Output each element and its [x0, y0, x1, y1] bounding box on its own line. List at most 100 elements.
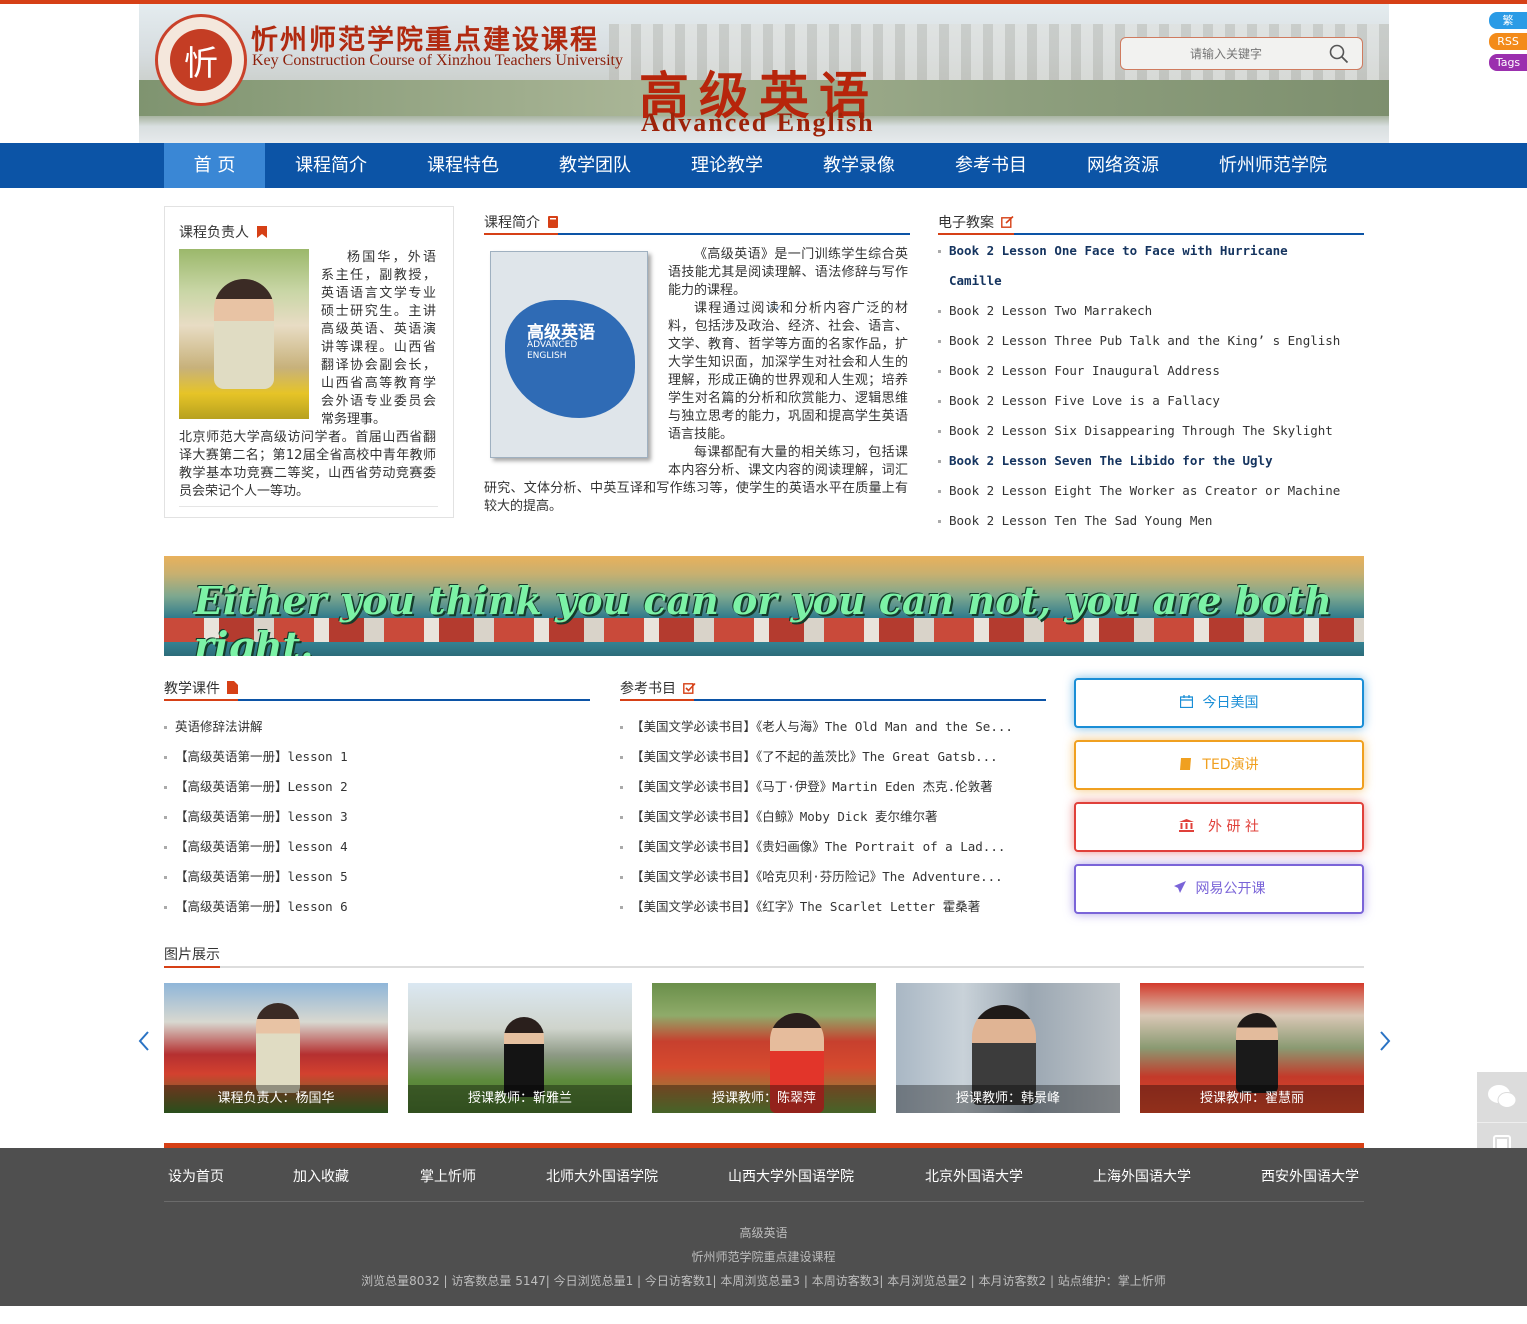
gallery-photo[interactable]: 课程负责人：杨国华	[164, 983, 388, 1113]
reference-label: 【美国文学必读书目】《红字》The Scarlet Letter 霍桑著	[631, 899, 981, 914]
usa-today-label: 今日美国	[1202, 695, 1259, 711]
lesson-plan-item[interactable]: Book 2 Lesson Four Inaugural Address	[938, 356, 1220, 386]
reference-item[interactable]: 【美国文学必读书目】《白鲸》Moby Dick 麦尔维尔著	[620, 802, 938, 832]
courseware-item[interactable]: 【高级英语第一册】lesson 6	[164, 892, 348, 922]
ted-talk-button[interactable]: TED演讲	[1074, 740, 1364, 790]
search-icon[interactable]	[1329, 44, 1349, 64]
courseware-item[interactable]: 【高级英语第一册】lesson 3	[164, 802, 348, 832]
edit-icon	[1001, 215, 1014, 228]
bullet	[938, 430, 941, 433]
calendar-icon	[1179, 695, 1193, 709]
lesson-plan-label: Book 2 Lesson Ten The Sad Young Men	[949, 513, 1213, 528]
reference-label: 【美国文学必读书目】《白鲸》Moby Dick 麦尔维尔著	[631, 809, 938, 824]
intro-para-1: 《高级英语》是一门训练学生综合英语技能尤其是阅读理解、语法修辞与写作能力的课程。	[668, 247, 908, 298]
nav-course-intro[interactable]: 课程简介	[280, 143, 382, 188]
courseware-item[interactable]: 【高级英语第一册】lesson 5	[164, 862, 348, 892]
reference-item[interactable]: 【美国文学必读书目】《哈克贝利·芬历险记》The Adventure...	[620, 862, 1003, 892]
reference-item[interactable]: 【美国文学必读书目】《了不起的盖茨比》The Great Gatsb...	[620, 742, 998, 772]
reference-item[interactable]: 【美国文学必读书目】《马丁·伊登》Martin Eden 杰克.伦敦著	[620, 772, 993, 802]
lesson-plan-item[interactable]: Book 2 Lesson Seven The Libido for the U…	[938, 446, 1273, 476]
leader-bio-wrap: 杨国华，外语系主任，副教授，英语语言文学专业硕士研究生。主讲高级英语、英语演讲等…	[321, 250, 436, 427]
bookmark-icon	[257, 226, 268, 238]
lesson-plan-label: Book 2 Lesson One Face to Face with Hurr…	[949, 243, 1288, 258]
footer-link-bnu[interactable]: 北师大外国语学院	[546, 1166, 658, 1186]
intro-para-3a: 每课都配有大量的相关练习，包括课本内容分析、课文内容的阅读理解，词汇研究、文体分…	[484, 444, 908, 516]
lesson-plan-item[interactable]: Book 2 Lesson Three Pub Talk and the Kin…	[938, 326, 1340, 356]
gallery-photo[interactable]: 授课教师：陈翠萍	[652, 983, 876, 1113]
file-icon	[227, 681, 239, 694]
leader-photo[interactable]	[179, 249, 309, 419]
gallery-prev-arrow-icon[interactable]	[137, 1030, 151, 1052]
footer-link-sxu[interactable]: 山西大学外国语学院	[728, 1166, 854, 1186]
leader-bio-full: 北京师范大学高级访问学者。首届山西省翻译大赛第二名；第12届全省高校中青年教师教…	[179, 430, 436, 499]
reference-item[interactable]: 【美国文学必读书目】《老人与海》The Old Man and the Se..…	[620, 712, 1013, 742]
courseware-label: 【高级英语第一册】lesson 5	[175, 869, 348, 884]
leader-title: 课程负责人	[179, 222, 268, 248]
reference-item[interactable]: 【美国文学必读书目】《贵妇画像》The Portrait of a Lad...	[620, 832, 1005, 862]
nav-video[interactable]: 教学录像	[808, 143, 910, 188]
reference-label: 【美国文学必读书目】《了不起的盖茨比》The Great Gatsb...	[631, 749, 998, 764]
traditional-chinese-badge[interactable]: 繁	[1489, 12, 1527, 29]
search-input[interactable]	[1131, 43, 1321, 65]
nav-theory-teaching[interactable]: 理论教学	[676, 143, 778, 188]
bullet	[938, 520, 941, 523]
bullet	[938, 250, 941, 253]
courseware-item[interactable]: 【高级英语第一册】lesson 4	[164, 832, 348, 862]
reference-label: 【美国文学必读书目】《贵妇画像》The Portrait of a Lad...	[631, 839, 1006, 854]
reference-item[interactable]: 【美国文学必读书目】《红字》The Scarlet Letter 霍桑著	[620, 892, 980, 922]
site-header: 忻 忻州师范学院重点建设课程 Key Construction Course o…	[139, 4, 1389, 143]
nav-course-features[interactable]: 课程特色	[412, 143, 514, 188]
netease-open-course-button[interactable]: 网易公开课	[1074, 864, 1364, 914]
institution-icon	[1179, 819, 1195, 832]
footer-link-xisu[interactable]: 西安外国语大学	[1261, 1166, 1359, 1186]
university-logo[interactable]: 忻	[155, 14, 247, 106]
lesson-plan-item[interactable]: Book 2 Lesson Ten The Sad Young Men	[938, 506, 1212, 536]
footer-link-bookmark[interactable]: 加入收藏	[293, 1166, 349, 1186]
gallery-photo[interactable]: 授课教师：翟慧丽	[1140, 983, 1364, 1113]
courseware-item[interactable]: 【高级英语第一册】Lesson 2	[164, 772, 348, 802]
nav-home[interactable]: 首 页	[164, 143, 265, 188]
lesson-plan-item[interactable]: Book 2 Lesson One Face to Face with Hurr…	[938, 236, 1288, 266]
lesson-plan-item[interactable]: Book 2 Lesson Five Love is a Fallacy	[938, 386, 1220, 416]
bullet	[164, 786, 167, 789]
fltrp-button[interactable]: 外 研 社	[1074, 802, 1364, 852]
nav-references[interactable]: 参考书目	[940, 143, 1042, 188]
lesson-plan-item[interactable]: Book 2 Lesson Six Disappearing Through T…	[938, 416, 1333, 446]
wechat-float-button[interactable]	[1477, 1072, 1527, 1122]
tags-badge[interactable]: Tags	[1489, 54, 1527, 71]
courseware-item[interactable]: 【高级英语第一册】lesson 1	[164, 742, 348, 772]
bullet	[620, 906, 623, 909]
reference-label: 【美国文学必读书目】《马丁·伊登》Martin Eden 杰克.伦敦著	[631, 779, 993, 794]
leader-figure	[214, 279, 274, 389]
leader-divider	[179, 506, 438, 507]
gallery-next-arrow-icon[interactable]	[1378, 1030, 1392, 1052]
lesson-plan-item-wrap[interactable]: Camille	[949, 266, 1002, 296]
gallery-photo[interactable]: 授课教师：靳雅兰	[408, 983, 632, 1113]
nav-university[interactable]: 忻州师范学院	[1204, 143, 1342, 188]
lesson-plan-item[interactable]: Book 2 Lesson Eight The Worker as Creato…	[938, 476, 1340, 506]
usa-today-button[interactable]: 今日美国	[1074, 678, 1364, 728]
nav-web-resources[interactable]: 网络资源	[1072, 143, 1174, 188]
motto-banner[interactable]: Either you think you can or you can not,…	[164, 556, 1364, 656]
site-title-en: Key Construction Course of Xinzhou Teach…	[252, 52, 623, 69]
course-title-en: Advanced English	[641, 108, 875, 137]
footer-link-shisu[interactable]: 上海外国语大学	[1093, 1166, 1191, 1186]
gallery-photo[interactable]: 授课教师：韩景峰	[896, 983, 1120, 1113]
footer-link-set-home[interactable]: 设为首页	[168, 1166, 224, 1186]
courseware-label: 【高级英语第一册】lesson 3	[175, 809, 348, 824]
textbook-cover[interactable]: 高级英语 ADVANCED ENGLISH	[490, 251, 648, 458]
lesson-plan-label: Book 2 Lesson Six Disappearing Through T…	[949, 423, 1333, 438]
checkbox-icon	[683, 682, 697, 694]
gallery-caption: 课程负责人：杨国华	[164, 1085, 388, 1113]
footer-link-mobile-xinshi[interactable]: 掌上忻师	[420, 1166, 476, 1186]
footer-university-line: 忻州师范学院重点建设课程	[691, 1250, 836, 1264]
lesson-plan-item[interactable]: Book 2 Lesson Two Marrakech	[938, 296, 1152, 326]
rss-badge[interactable]: RSS	[1489, 33, 1527, 50]
gallery-figure	[256, 1003, 300, 1093]
footer-link-bfsu[interactable]: 北京外国语大学	[925, 1166, 1023, 1186]
courseware-item[interactable]: 英语修辞法讲解	[164, 712, 263, 742]
bullet	[620, 876, 623, 879]
bullet	[938, 490, 941, 493]
lesson-plans-title-accent	[938, 233, 1014, 235]
nav-teaching-team[interactable]: 教学团队	[544, 143, 646, 188]
